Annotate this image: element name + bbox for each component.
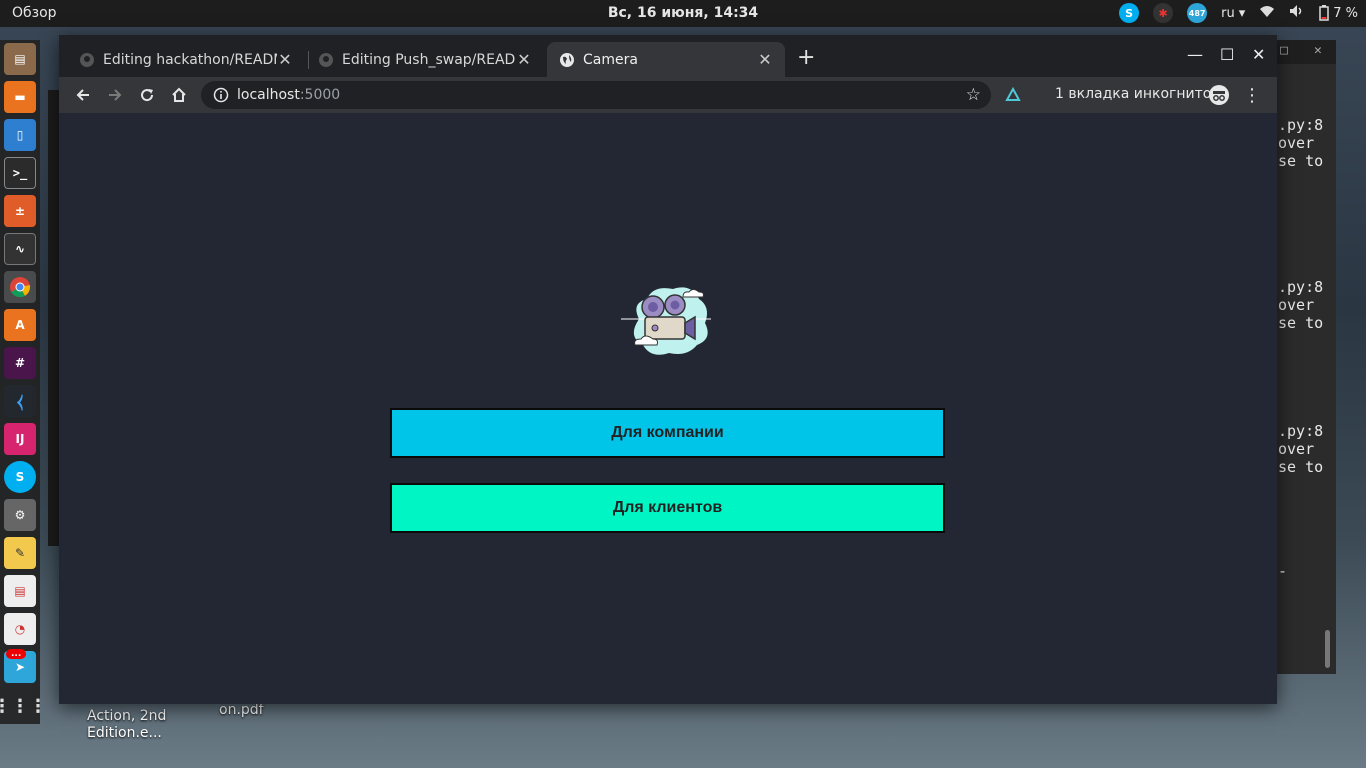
battery-indicator[interactable]: 7 % [1319, 5, 1358, 21]
chrome-icon[interactable] [4, 271, 36, 303]
terminal-line: .py:8 [1278, 422, 1324, 440]
browser-window: Editing hackathon/README ✕ Editing Push_… [59, 35, 1277, 704]
skype-app-icon[interactable]: S [4, 461, 36, 493]
terminal-line: .py:8 [1278, 116, 1324, 134]
background-terminal[interactable]: □ ✕ .py:8 over se to .py:8 over se to .py… [1276, 40, 1336, 674]
presentation-icon[interactable]: ◔ [4, 613, 36, 645]
telegram-app-icon[interactable]: ... ➤ [4, 649, 36, 683]
back-arrow-icon [76, 89, 89, 101]
for-company-button[interactable]: Для компании [390, 408, 945, 458]
forward-arrow-icon [109, 89, 122, 101]
system-tray: S ✱ 487 ru ▾ 7 % [1119, 3, 1358, 23]
vscode-icon[interactable]: ⧼ [4, 385, 36, 417]
terminal-scrollbar[interactable] [1325, 630, 1330, 668]
tab-push-swap-readme[interactable]: Editing Push_swap/READ ✕ [306, 42, 544, 77]
page-content: Для компании Для клиентов [59, 113, 1277, 704]
volume-icon[interactable] [1289, 4, 1305, 22]
terminal-line: over [1278, 296, 1315, 314]
globe-icon [560, 52, 574, 67]
pdf-viewer-icon[interactable]: ▤ [4, 575, 36, 607]
home-icon [172, 87, 186, 102]
maximize-button[interactable]: ☐ [1220, 45, 1234, 64]
url-port: :5000 [299, 87, 341, 103]
text-editor-icon[interactable]: ✎ [4, 537, 36, 569]
tab-hackathon-readme[interactable]: Editing hackathon/README ✕ [67, 42, 305, 77]
desktop-file-label[interactable]: Action, 2nd Edition.e... [87, 708, 166, 742]
github-icon [80, 52, 94, 67]
home-button[interactable] [167, 83, 191, 107]
terminal-line: se to [1278, 458, 1324, 476]
language-selector[interactable]: ru ▾ [1221, 6, 1245, 21]
terminal-line: over [1278, 134, 1315, 152]
for-clients-button[interactable]: Для клиентов [390, 483, 945, 533]
close-window-button[interactable]: ✕ [1252, 45, 1265, 64]
incognito-label[interactable]: 1 вкладка инкогнито [1055, 86, 1211, 102]
system-monitor-icon[interactable]: ∿ [4, 233, 36, 265]
bookmark-star-icon[interactable]: ☆ [966, 85, 981, 105]
terminal-line: se to [1278, 314, 1324, 332]
software-center-icon[interactable]: A [4, 309, 36, 341]
minimize-button[interactable]: — [1187, 45, 1203, 64]
browser-toolbar: localhost:5000 ☆ 1 вкладка инкогнито ⋮ [59, 77, 1277, 113]
camera-logo [621, 287, 711, 355]
reload-button[interactable] [135, 83, 159, 107]
menu-kebab-icon[interactable]: ⋮ [1240, 83, 1264, 107]
calculator-icon[interactable]: ± [4, 195, 36, 227]
battery-icon [1319, 5, 1329, 21]
tab-title: Camera [583, 51, 638, 68]
slack-app-icon[interactable]: # [4, 347, 36, 379]
terminal-line: over [1278, 440, 1315, 458]
terminal-line: se to [1278, 152, 1324, 170]
telegram-icon[interactable]: 487 [1187, 3, 1208, 23]
folder-icon[interactable]: ▬ [4, 81, 36, 113]
dock: ▤ ▬ ▯ >_ ± ∿ A # ⧼ IJ S ⚙ ✎ ▤ ◔ ... ➤ ⋮⋮⋮ [0, 40, 47, 724]
tab-camera[interactable]: Camera ✕ [547, 42, 785, 77]
slack-icon[interactable]: ✱ [1153, 3, 1174, 23]
terminal-line: .py:8 [1278, 278, 1324, 296]
tab-title: Editing Push_swap/READ [342, 51, 516, 68]
desktop-file-label[interactable]: on.pdf [219, 702, 264, 719]
close-icon[interactable]: ✕ [516, 50, 532, 69]
skype-icon[interactable]: S [1119, 3, 1140, 23]
tab-title: Editing hackathon/README [103, 51, 277, 68]
app-grid-icon[interactable]: ⋮⋮⋮ [0, 690, 47, 722]
back-button[interactable] [71, 83, 95, 107]
wifi-icon[interactable] [1259, 4, 1275, 22]
url-host: localhost [237, 87, 300, 103]
info-icon [213, 87, 229, 103]
incognito-icon[interactable] [1207, 83, 1231, 107]
forward-button[interactable] [103, 83, 127, 107]
top-panel: Обзор Вс, 16 июня, 14:34 S ✱ 487 ru ▾ 7 % [0, 0, 1366, 27]
intellij-icon[interactable]: IJ [4, 423, 36, 455]
reload-icon [141, 89, 154, 102]
files-cabinet-icon[interactable]: ▤ [4, 43, 36, 75]
tab-strip: Editing hackathon/README ✕ Editing Push_… [59, 35, 1277, 77]
terminal-titlebar: □ ✕ [1276, 40, 1336, 64]
extension-icon[interactable] [1001, 83, 1025, 107]
close-icon[interactable]: ✕ [277, 50, 293, 69]
address-bar[interactable]: localhost:5000 ☆ [201, 81, 991, 109]
terminal-line: - [1278, 562, 1288, 580]
document-viewer-icon[interactable]: ▯ [4, 119, 36, 151]
terminal-icon[interactable]: >_ [4, 157, 36, 189]
settings-icon[interactable]: ⚙ [4, 499, 36, 531]
new-tab-button[interactable]: + [797, 47, 815, 69]
github-icon [319, 52, 333, 67]
close-icon[interactable]: ✕ [757, 50, 773, 69]
